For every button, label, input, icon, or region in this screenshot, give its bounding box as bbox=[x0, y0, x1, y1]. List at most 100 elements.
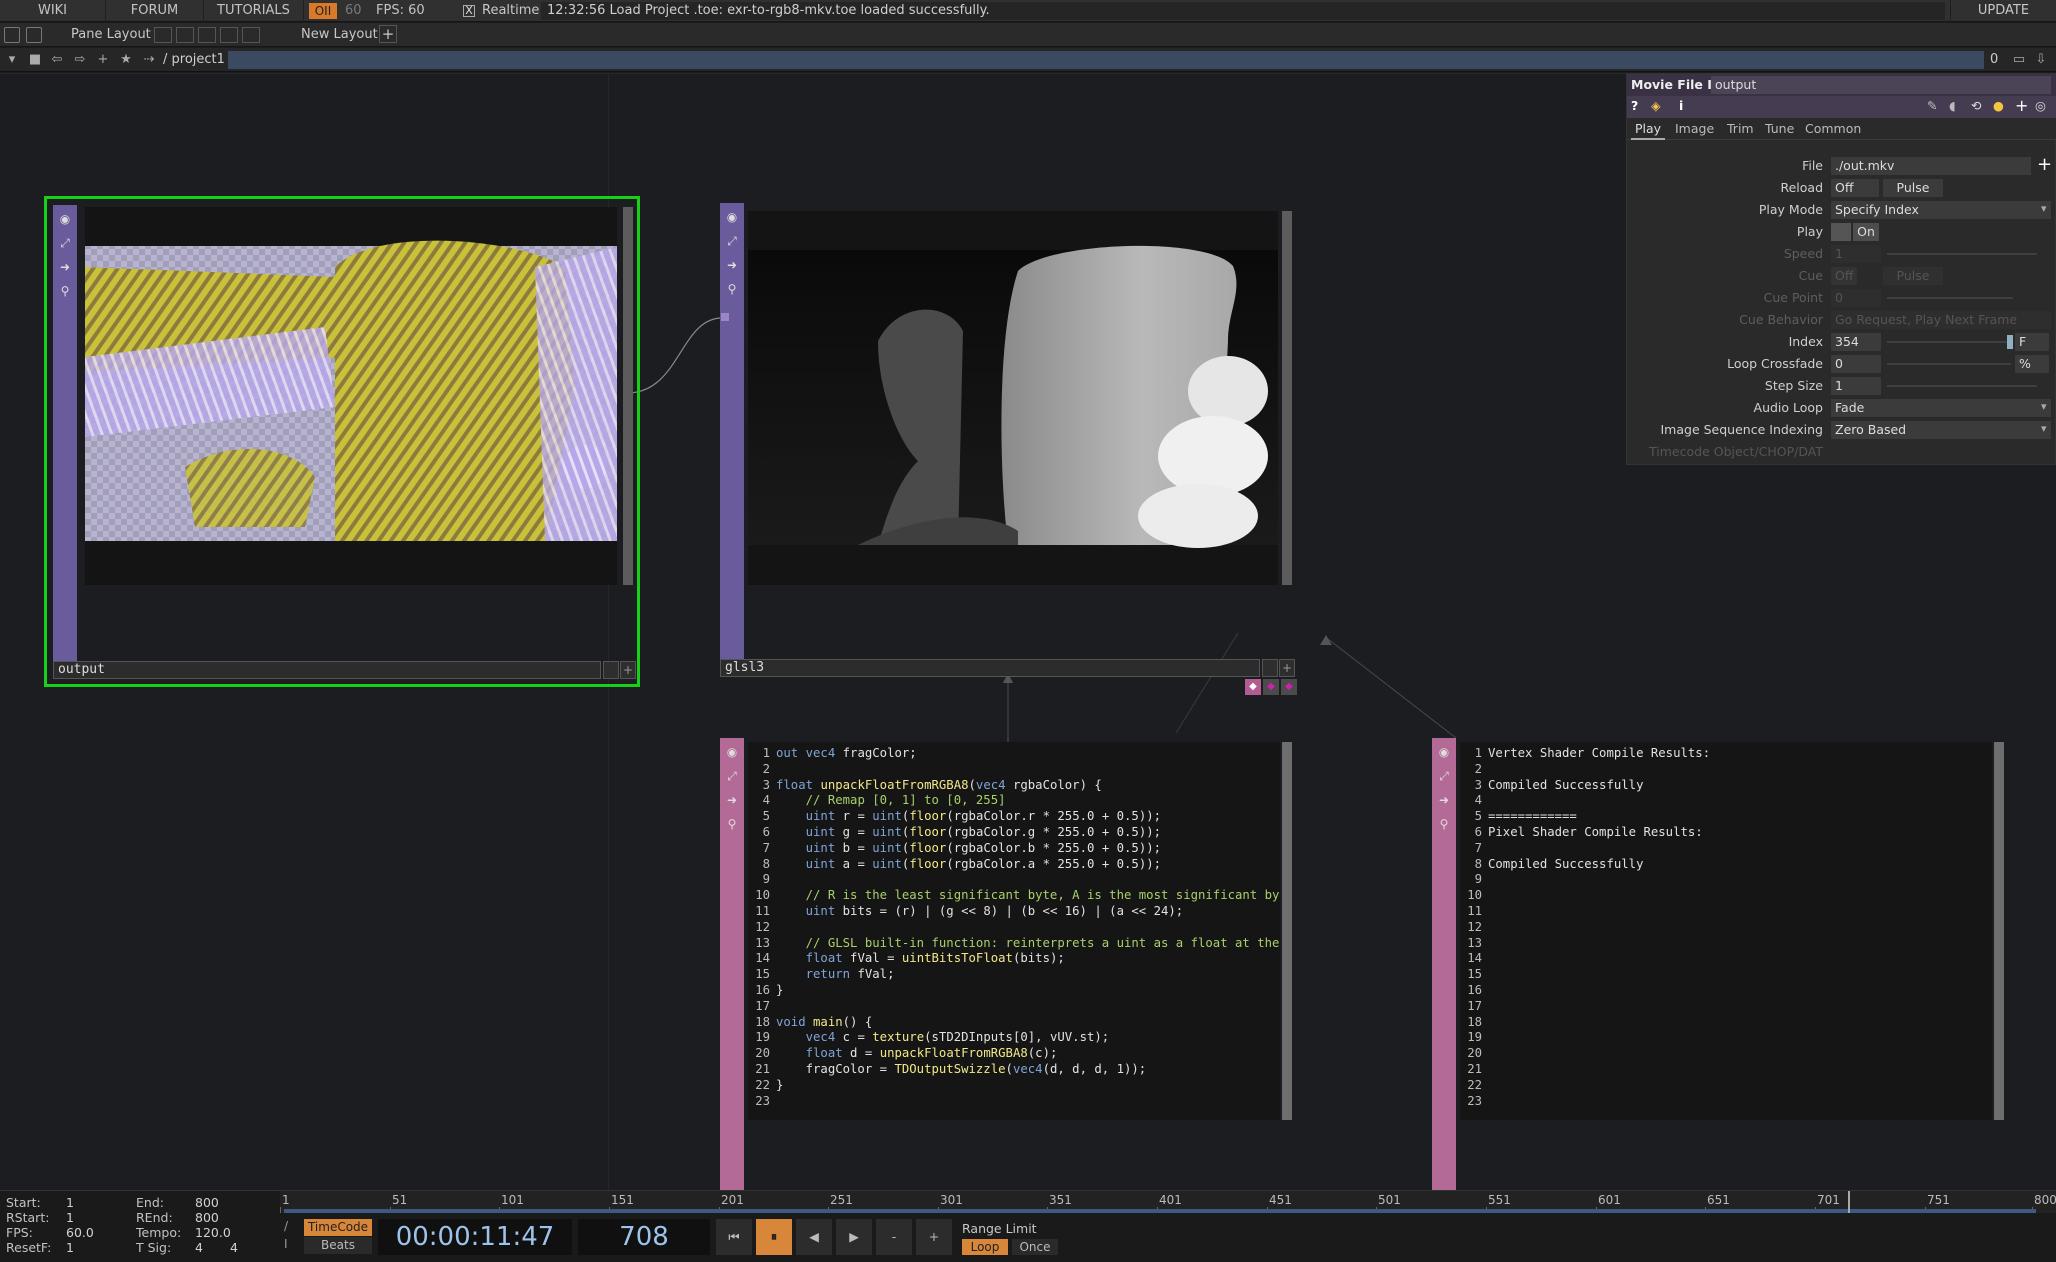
lock-icon[interactable]: ⚲ bbox=[724, 816, 740, 832]
cue-toggle[interactable]: Off bbox=[1831, 267, 1857, 285]
rewind-button[interactable]: ⏮ bbox=[716, 1219, 752, 1255]
link-icon[interactable]: ⇢ bbox=[140, 51, 158, 69]
audio-loop-dropdown[interactable]: Fade bbox=[1831, 399, 2051, 417]
lock-icon[interactable]: ⚲ bbox=[1436, 816, 1452, 832]
info-line[interactable]: 10 bbox=[1460, 888, 1992, 904]
docked-vertex-icon[interactable]: ◆ bbox=[1263, 679, 1279, 695]
viewer-flag-icon[interactable] bbox=[1262, 659, 1278, 677]
play-toggle-off[interactable] bbox=[1831, 223, 1851, 241]
realtime-checkbox[interactable]: X bbox=[463, 5, 475, 17]
resetf-value[interactable]: 1 bbox=[66, 1240, 74, 1255]
info-line[interactable]: 13 bbox=[1460, 936, 1992, 952]
graph-icon[interactable]: ⤢ bbox=[57, 235, 73, 251]
tsig-a-value[interactable]: 4 bbox=[195, 1240, 203, 1255]
cue-behavior-dropdown[interactable]: Go Request, Play Next Frame bbox=[1831, 311, 2051, 329]
info-line[interactable]: 9 bbox=[1460, 872, 1992, 888]
panel-icon[interactable] bbox=[4, 27, 20, 43]
info-line[interactable]: 16 bbox=[1460, 983, 1992, 999]
index-unit-dropdown[interactable]: F bbox=[2015, 333, 2049, 351]
code-line[interactable]: 1 out vec4 fragColor; bbox=[748, 746, 1280, 762]
info-line[interactable]: 19 bbox=[1460, 1030, 1992, 1046]
playhead[interactable] bbox=[1848, 1191, 1850, 1213]
end-value[interactable]: 800 bbox=[195, 1195, 219, 1210]
code-line[interactable]: 9 bbox=[748, 872, 1280, 888]
lock-icon[interactable]: ⚲ bbox=[57, 283, 73, 299]
viewer-toggle-icon[interactable]: ◉ bbox=[724, 744, 740, 760]
node-glsl3-connector[interactable] bbox=[1282, 211, 1292, 585]
rend-value[interactable]: 800 bbox=[195, 1210, 219, 1225]
download-icon[interactable]: ⇩ bbox=[2032, 51, 2050, 69]
graph-icon[interactable]: ⤢ bbox=[724, 768, 740, 784]
stop-icon[interactable]: ■ bbox=[26, 51, 44, 69]
code-line[interactable]: 22} bbox=[748, 1078, 1280, 1094]
tab-image[interactable]: Image bbox=[1671, 118, 1718, 140]
layout-quad-icon[interactable] bbox=[220, 27, 238, 43]
node-name-output[interactable]: output bbox=[53, 661, 601, 679]
image-sequence-indexing-dropdown[interactable]: Zero Based bbox=[1831, 421, 2051, 439]
arrow-right-icon[interactable]: ➜ bbox=[57, 259, 73, 275]
wire-glsl3-info[interactable] bbox=[1327, 638, 1457, 739]
info-line[interactable]: 15 bbox=[1460, 967, 1992, 983]
speed-slider[interactable] bbox=[1887, 253, 2037, 255]
viewer-toggle-icon[interactable]: ◉ bbox=[724, 209, 740, 225]
path-field[interactable] bbox=[228, 51, 1984, 69]
node-output-connector[interactable] bbox=[623, 207, 633, 585]
info-line[interactable]: 5 ============ bbox=[1460, 809, 1992, 825]
step-back-button[interactable]: ◀ bbox=[796, 1219, 832, 1255]
layout-split-v-icon[interactable] bbox=[176, 27, 194, 43]
code-line[interactable]: 16} bbox=[748, 983, 1280, 999]
code-line[interactable]: 8 uint a = uint(floor(rgbaColor.a * 255.… bbox=[748, 857, 1280, 873]
output-viewer[interactable] bbox=[85, 207, 617, 585]
node-glsl3[interactable]: ◉ ⤢ ➜ ⚲ glsl3 + ◆ ◆ ◆ bbox=[720, 203, 1298, 695]
step-forward-button[interactable]: ▶ bbox=[836, 1219, 872, 1255]
loop-toggle[interactable]: Loop bbox=[962, 1239, 1008, 1255]
play-mode-dropdown[interactable]: Specify Index bbox=[1831, 201, 2051, 219]
viewer-flag-icon[interactable] bbox=[603, 661, 619, 679]
lock-icon[interactable]: ⚲ bbox=[724, 281, 740, 297]
shader-code[interactable]: 1 out vec4 fragColor; 2 3 float unpackFloatF… bbox=[748, 746, 1280, 1109]
compile-results[interactable]: 1 Vertex Shader Compile Results: 2 3 Compile… bbox=[1460, 746, 1992, 1109]
star-icon[interactable]: ★ bbox=[117, 51, 135, 69]
code-line[interactable]: 3 float unpackFloatFromRGBA8(vec4 rgbaCol… bbox=[748, 778, 1280, 794]
node-info-connector[interactable] bbox=[1994, 742, 2004, 1120]
reload-toggle[interactable]: Off bbox=[1831, 179, 1879, 197]
glsl3-viewer[interactable] bbox=[748, 211, 1278, 585]
fps-value[interactable]: 60.0 bbox=[66, 1225, 94, 1240]
code-line[interactable]: 7 uint b = uint(floor(rgbaColor.b * 255.… bbox=[748, 841, 1280, 857]
info-line[interactable]: 23 bbox=[1460, 1094, 1992, 1110]
code-line[interactable]: 12 bbox=[748, 920, 1280, 936]
tab-common[interactable]: Common bbox=[1801, 118, 1865, 140]
code-line[interactable]: 11 uint bits = (r) | (g << 8) | (b << 16… bbox=[748, 904, 1280, 920]
perf-monitor-badge[interactable]: OII bbox=[309, 3, 337, 19]
info-line[interactable]: 18 bbox=[1460, 1015, 1992, 1031]
node-glsl3-pixel[interactable]: ◉ ⤢ ➜ ⚲ 1 out vec4 fragColor; 2 3 float unpa… bbox=[720, 738, 1298, 1214]
info-line[interactable]: 14 bbox=[1460, 951, 1992, 967]
comment-icon[interactable]: ◖ bbox=[1949, 98, 1956, 113]
refresh-icon[interactable]: ⟲ bbox=[1971, 98, 1981, 113]
once-toggle[interactable]: Once bbox=[1012, 1239, 1058, 1255]
plus-icon[interactable]: + bbox=[2015, 96, 2028, 115]
timecode-display[interactable]: 00:00:11:47 bbox=[378, 1219, 572, 1255]
info-line[interactable]: 4 bbox=[1460, 793, 1992, 809]
color-icon[interactable]: ● bbox=[1993, 98, 2004, 113]
code-line[interactable]: 23 bbox=[748, 1094, 1280, 1110]
input-connector[interactable] bbox=[721, 313, 729, 321]
frame-display[interactable]: 708 bbox=[578, 1219, 710, 1255]
info-line[interactable]: 21 bbox=[1460, 1062, 1992, 1078]
cue-point-field[interactable]: 0 bbox=[1831, 289, 1881, 307]
info-line[interactable]: 17 bbox=[1460, 999, 1992, 1015]
node-glsl3-info[interactable]: ◉ ⤢ ➜ ⚲ 1 Vertex Shader Compile Results: 2… bbox=[1432, 738, 2010, 1214]
docked-pixel-icon[interactable]: ◆ bbox=[1245, 679, 1261, 695]
code-line[interactable]: 17 bbox=[748, 999, 1280, 1015]
forward-arrow-icon[interactable]: ⇨ bbox=[71, 51, 89, 69]
link-icon[interactable] bbox=[26, 27, 42, 43]
docked-compute-icon[interactable]: ◆ bbox=[1281, 679, 1297, 695]
home-plus-icon[interactable]: + bbox=[94, 51, 112, 69]
info-line[interactable]: 20 bbox=[1460, 1046, 1992, 1062]
viewer-toggle-icon[interactable]: ◉ bbox=[1436, 744, 1452, 760]
node-pixel-connector[interactable] bbox=[1282, 742, 1292, 1120]
add-layout-button[interactable]: + bbox=[379, 25, 397, 43]
pause-button[interactable]: ⏸ bbox=[756, 1219, 792, 1255]
code-line[interactable]: 2 bbox=[748, 762, 1280, 778]
info-line[interactable]: 2 bbox=[1460, 762, 1992, 778]
